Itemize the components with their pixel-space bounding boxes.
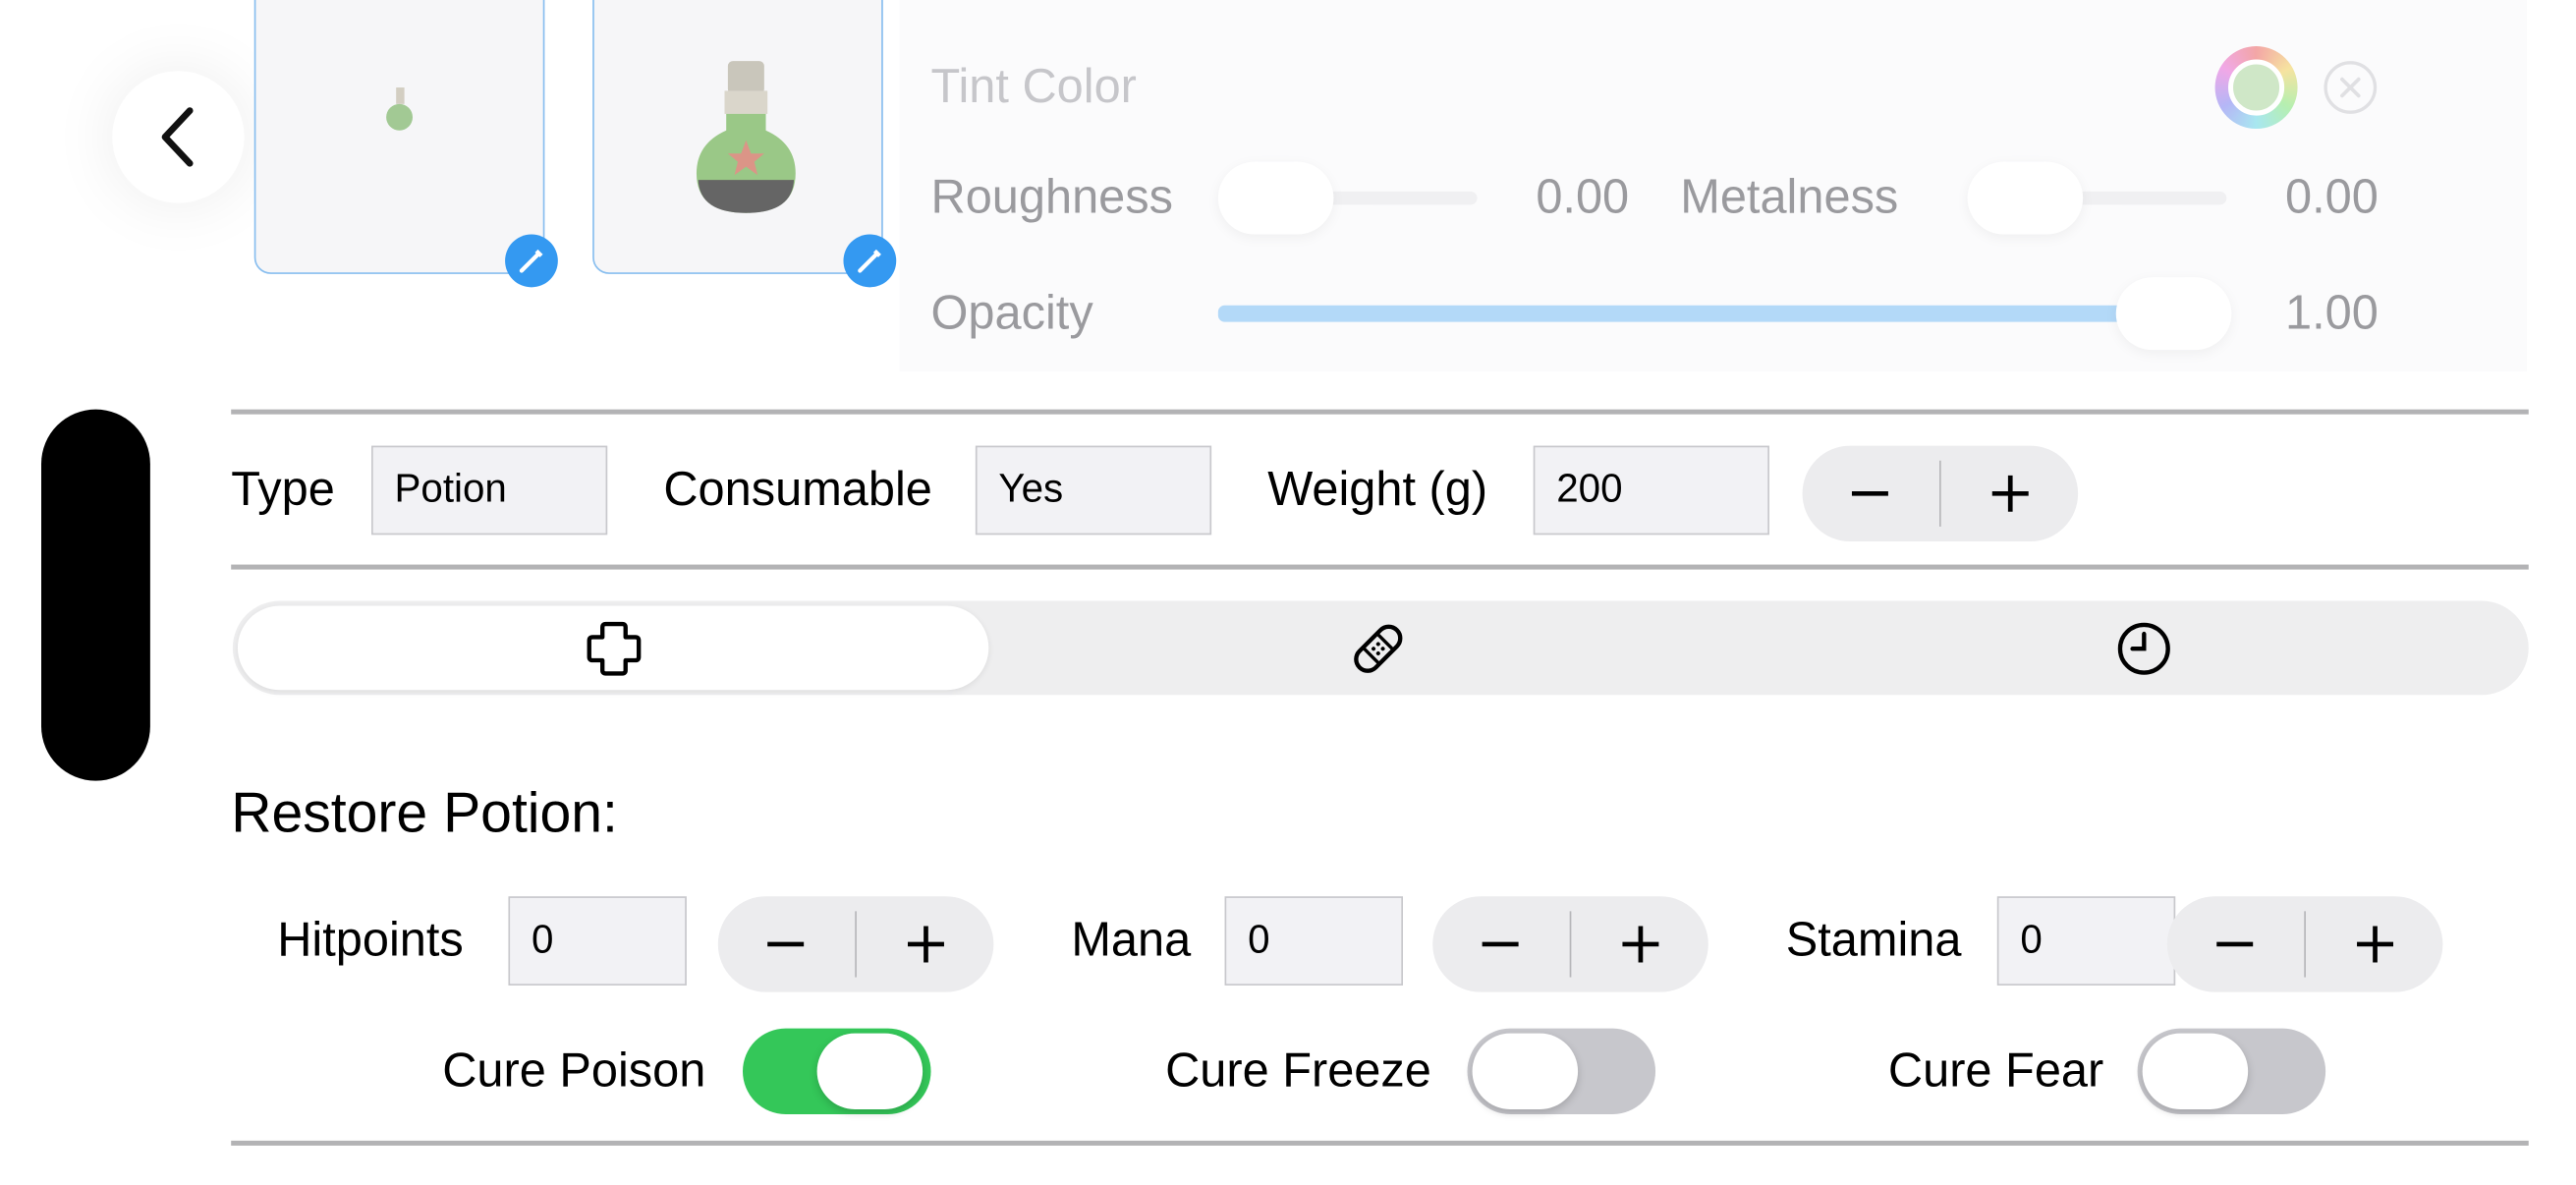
metalness-value: 0.00 (2285, 171, 2379, 225)
model-thumbnail[interactable] (592, 0, 897, 288)
plus-icon (907, 926, 944, 963)
mana-decrement-button[interactable] (1432, 896, 1569, 991)
hitpoints-decrement-button[interactable] (718, 896, 855, 991)
cure-fear-toggle[interactable] (2137, 1028, 2326, 1114)
toggle-thumb (2142, 1033, 2249, 1109)
plus-icon (1991, 475, 2029, 512)
weight-increment-button[interactable] (1941, 446, 2078, 541)
stamina-stepper (2166, 896, 2443, 992)
clear-tint-button[interactable] (2324, 61, 2378, 114)
chevron-left-icon (161, 107, 194, 167)
hitpoints-stepper (717, 896, 994, 992)
metalness-slider-knob[interactable] (1967, 161, 2084, 235)
bandage-icon (1354, 623, 1403, 673)
type-field[interactable]: Potion (371, 445, 608, 536)
stamina-label: Stamina (1785, 914, 1962, 968)
potion-bottle-icon (696, 61, 796, 213)
mana-stepper (1432, 896, 1708, 992)
metalness-label: Metalness (1680, 171, 1899, 225)
mana-field[interactable]: 0 (1224, 896, 1403, 986)
stamina-field[interactable]: 0 (1996, 896, 2176, 986)
plus-icon (2356, 926, 2393, 963)
effect-type-segmented-control (232, 600, 2529, 696)
divider (231, 409, 2529, 415)
pencil-icon (519, 249, 543, 273)
roughness-slider-knob[interactable] (1217, 161, 1334, 235)
opacity-value: 1.00 (2285, 287, 2379, 341)
toggle-thumb (816, 1033, 924, 1109)
stamina-decrement-button[interactable] (2167, 896, 2304, 991)
tint-color-label: Tint Color (930, 61, 1137, 114)
mana-label: Mana (1071, 914, 1192, 968)
cure-freeze-label: Cure Freeze (1165, 1044, 1431, 1099)
side-drag-handle[interactable] (41, 409, 150, 781)
opacity-slider[interactable] (1217, 305, 2225, 322)
close-icon (2340, 77, 2361, 98)
clock-icon (2117, 621, 2170, 674)
item-editor: Tint Color Roughness 0.00 Metalness 0.00… (0, 0, 2576, 1185)
section-title: Restore Potion: (231, 782, 618, 846)
weight-decrement-button[interactable] (1803, 446, 1939, 541)
small-potion-icon (386, 87, 413, 131)
minus-icon (1852, 490, 1889, 496)
icon-thumbnail[interactable] (253, 0, 558, 288)
cure-poison-toggle[interactable] (743, 1028, 931, 1114)
plus-icon (1621, 926, 1658, 963)
type-label: Type (231, 464, 335, 517)
weight-stepper (1802, 445, 2079, 542)
minus-icon (1483, 941, 1520, 947)
color-picker-button[interactable] (2214, 46, 2298, 130)
opacity-slider-knob[interactable] (2115, 277, 2232, 351)
hitpoints-field[interactable]: 0 (508, 896, 687, 986)
consumable-label: Consumable (663, 464, 932, 517)
edit-model-button[interactable] (843, 234, 897, 288)
toggle-thumb (1472, 1033, 1579, 1109)
minus-icon (767, 941, 805, 947)
divider (231, 1140, 2529, 1146)
material-panel: Tint Color Roughness 0.00 Metalness 0.00… (899, 0, 2528, 371)
mana-increment-button[interactable] (1572, 896, 1708, 991)
edit-icon-button[interactable] (505, 234, 558, 288)
minus-icon (2216, 941, 2254, 947)
pencil-icon (858, 249, 881, 273)
back-button[interactable] (112, 71, 245, 203)
divider (231, 564, 2529, 570)
cure-poison-label: Cure Poison (442, 1044, 706, 1099)
roughness-label: Roughness (930, 171, 1174, 225)
tab-restore[interactable] (238, 601, 988, 696)
hitpoints-label: Hitpoints (277, 914, 464, 968)
tab-duration[interactable] (1764, 601, 2524, 696)
tab-bandage[interactable] (998, 601, 1758, 696)
hitpoints-increment-button[interactable] (857, 896, 993, 991)
weight-label: Weight (g) (1267, 464, 1488, 517)
cure-freeze-toggle[interactable] (1467, 1028, 1656, 1114)
cross-plus-icon (586, 621, 641, 675)
roughness-value: 0.00 (1536, 171, 1630, 225)
cure-fear-label: Cure Fear (1887, 1044, 2104, 1099)
weight-field[interactable]: 200 (1533, 445, 1769, 536)
consumable-field[interactable]: Yes (975, 445, 1212, 536)
opacity-label: Opacity (930, 287, 1093, 341)
stamina-increment-button[interactable] (2306, 896, 2442, 991)
